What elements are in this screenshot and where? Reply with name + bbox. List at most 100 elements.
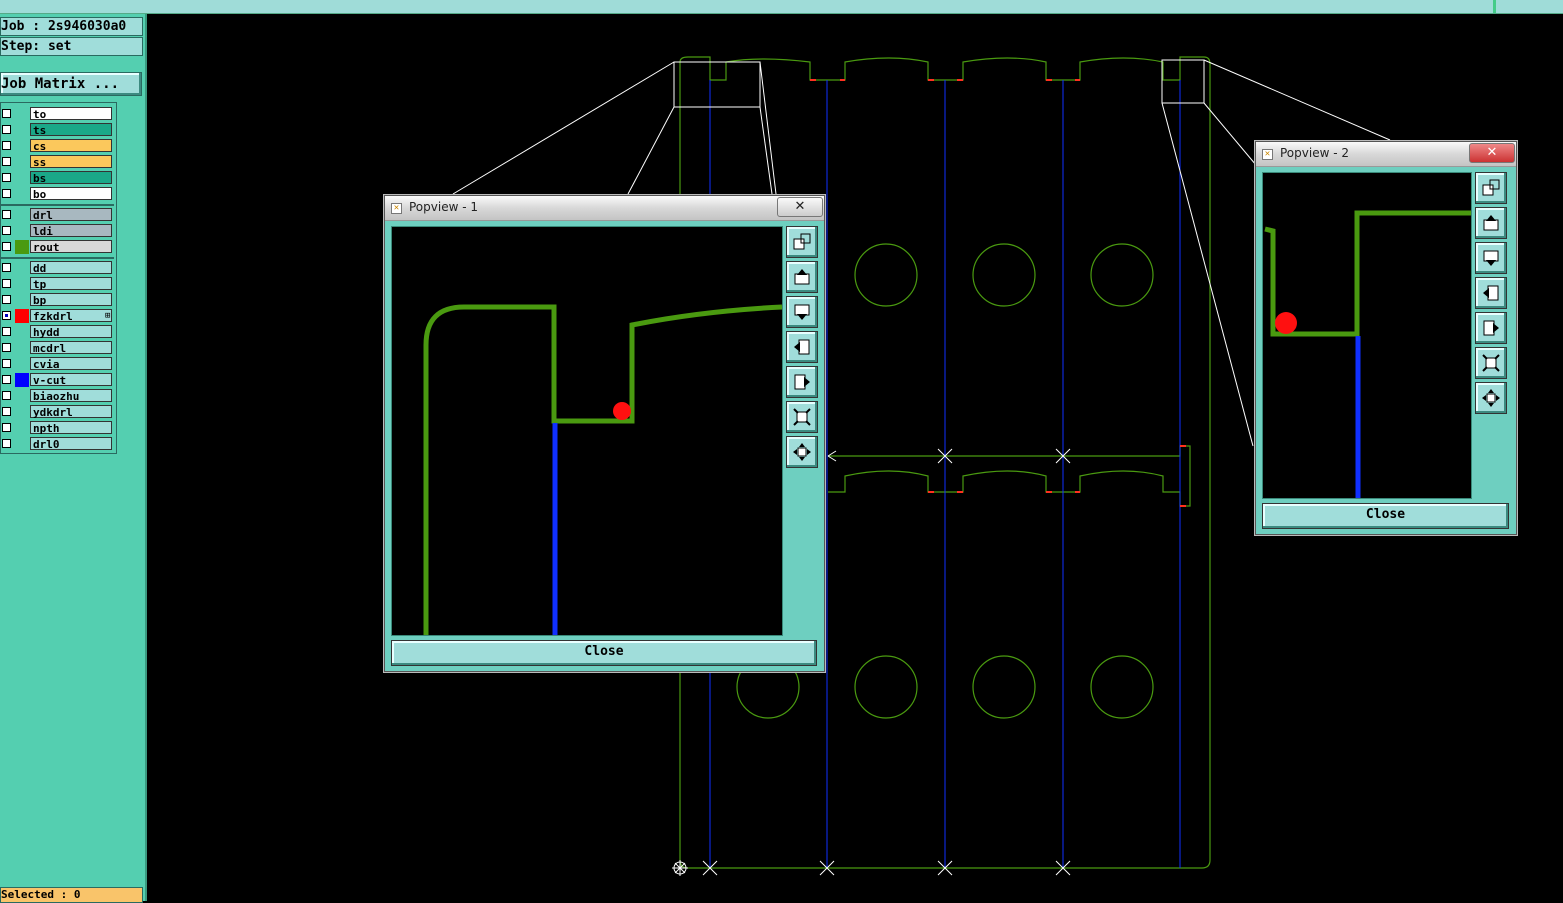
popview-2-close-button[interactable]: Close bbox=[1262, 503, 1509, 529]
layer-checkbox[interactable] bbox=[2, 242, 11, 251]
layer-name[interactable]: cs bbox=[30, 139, 112, 153]
pan-right-icon[interactable] bbox=[1475, 312, 1507, 344]
layer-name[interactable]: bo bbox=[30, 187, 112, 201]
zoom-in-icon[interactable] bbox=[1475, 347, 1507, 379]
layer-checkbox[interactable] bbox=[2, 141, 11, 150]
layer-checkbox[interactable] bbox=[2, 189, 11, 198]
popview-2-title: Popview - 2 bbox=[1280, 146, 1349, 160]
layer-checkbox[interactable] bbox=[2, 226, 11, 235]
popview-1-window[interactable]: ✕ Popview - 1 ✕ Close bbox=[384, 195, 825, 672]
layer-row-to[interactable]: to bbox=[1, 107, 114, 121]
layer-checkbox[interactable] bbox=[2, 423, 11, 432]
pan-up-icon[interactable] bbox=[786, 261, 818, 293]
zoom-out-icon[interactable] bbox=[1475, 382, 1507, 414]
popview-2-canvas[interactable] bbox=[1262, 172, 1472, 499]
layer-name[interactable]: ss bbox=[30, 155, 112, 169]
layer-row-bp[interactable]: bp bbox=[1, 293, 114, 307]
layer-row-npth[interactable]: npth bbox=[1, 421, 114, 435]
layer-row-bs[interactable]: bs bbox=[1, 171, 114, 185]
zoom-region-2 bbox=[1161, 59, 1205, 104]
popview-1-drawing bbox=[423, 304, 783, 635]
layer-checkbox[interactable] bbox=[2, 439, 11, 448]
layer-checkbox[interactable] bbox=[2, 157, 11, 166]
zoom-window-icon[interactable] bbox=[1475, 172, 1507, 204]
layer-name[interactable]: tp bbox=[30, 277, 112, 291]
layer-row-tp[interactable]: tp bbox=[1, 277, 114, 291]
zoom-region-1 bbox=[673, 61, 761, 108]
layer-checkbox[interactable] bbox=[2, 210, 11, 219]
layer-name[interactable]: mcdrl bbox=[30, 341, 112, 355]
pan-down-icon[interactable] bbox=[1475, 242, 1507, 274]
popview-1-titlebar[interactable]: ✕ Popview - 1 ✕ bbox=[385, 196, 824, 221]
layer-row-cs[interactable]: cs bbox=[1, 139, 114, 153]
layer-name[interactable]: drl0 bbox=[30, 437, 112, 451]
hole bbox=[854, 655, 918, 719]
layer-row-rout[interactable]: rout bbox=[1, 240, 114, 254]
layer-name[interactable]: rout bbox=[30, 240, 112, 254]
layer-row-bo[interactable]: bo bbox=[1, 187, 114, 201]
layer-row-dd[interactable]: dd bbox=[1, 261, 114, 275]
layer-name[interactable]: ts bbox=[30, 123, 112, 137]
layer-name[interactable]: drl bbox=[30, 208, 112, 222]
zoom-out-icon[interactable] bbox=[786, 436, 818, 468]
layer-checkbox[interactable] bbox=[2, 391, 11, 400]
layer-name[interactable]: hydd bbox=[30, 325, 112, 339]
layer-swatch bbox=[15, 171, 29, 185]
window-app-icon: ✕ bbox=[1262, 149, 1273, 160]
layer-checkbox[interactable] bbox=[2, 279, 11, 288]
layer-row-fzkdrl[interactable]: fzkdrl ⊞ bbox=[1, 309, 114, 323]
layer-checkbox[interactable] bbox=[2, 263, 11, 272]
layer-checkbox[interactable] bbox=[2, 311, 11, 320]
layer-name[interactable]: bs bbox=[30, 171, 112, 185]
layer-row-ldi[interactable]: ldi bbox=[1, 224, 114, 238]
zoom-in-icon[interactable] bbox=[786, 401, 818, 433]
popview-2-window[interactable]: ✕ Popview - 2 ✕ Close bbox=[1255, 141, 1517, 535]
layer-row-biaozhu[interactable]: biaozhu bbox=[1, 389, 114, 403]
layer-name[interactable]: v-cut bbox=[30, 373, 112, 387]
pan-down-icon[interactable] bbox=[786, 296, 818, 328]
pan-right-icon[interactable] bbox=[786, 366, 818, 398]
layer-row-cvia[interactable]: cvia bbox=[1, 357, 114, 371]
layer-row-ydkdrl[interactable]: ydkdrl bbox=[1, 405, 114, 419]
pad-marker bbox=[613, 402, 631, 420]
layer-checkbox[interactable] bbox=[2, 327, 11, 336]
job-matrix-button[interactable]: Job Matrix ... bbox=[0, 72, 142, 96]
layer-name[interactable]: ydkdrl bbox=[30, 405, 112, 419]
layer-checkbox[interactable] bbox=[2, 125, 11, 134]
zoom-window-icon[interactable] bbox=[786, 226, 818, 258]
layer-name[interactable]: ldi bbox=[30, 224, 112, 238]
layer-row-hydd[interactable]: hydd bbox=[1, 325, 114, 339]
layer-row-drl0[interactable]: drl0 bbox=[1, 437, 114, 451]
layer-checkbox[interactable] bbox=[2, 295, 11, 304]
popview-2-toolbar bbox=[1475, 172, 1507, 500]
layer-name[interactable]: cvia bbox=[30, 357, 112, 371]
layer-checkbox[interactable] bbox=[2, 375, 11, 384]
popview-1-close-icon[interactable]: ✕ bbox=[777, 197, 823, 217]
layer-swatch bbox=[15, 208, 29, 222]
layer-swatch bbox=[15, 123, 29, 137]
layer-checkbox[interactable] bbox=[2, 359, 11, 368]
pan-left-icon[interactable] bbox=[786, 331, 818, 363]
layer-row-v-cut[interactable]: v-cut bbox=[1, 373, 114, 387]
popview-2-close-icon[interactable]: ✕ bbox=[1469, 143, 1515, 163]
popview-1-canvas[interactable] bbox=[391, 226, 783, 636]
layer-name[interactable]: bp bbox=[30, 293, 112, 307]
layer-name[interactable]: to bbox=[30, 107, 112, 121]
popview-1-close-button[interactable]: Close bbox=[391, 640, 817, 666]
popview-2-titlebar[interactable]: ✕ Popview - 2 ✕ bbox=[1256, 142, 1516, 167]
layer-name[interactable]: fzkdrl bbox=[30, 309, 112, 323]
pan-left-icon[interactable] bbox=[1475, 277, 1507, 309]
layer-row-mcdrl[interactable]: mcdrl bbox=[1, 341, 114, 355]
pan-up-icon[interactable] bbox=[1475, 207, 1507, 239]
layer-swatch bbox=[15, 421, 29, 435]
layer-name[interactable]: biaozhu bbox=[30, 389, 112, 403]
layer-name[interactable]: dd bbox=[30, 261, 112, 275]
layer-row-drl[interactable]: drl bbox=[1, 208, 114, 222]
layer-row-ss[interactable]: ss bbox=[1, 155, 114, 169]
layer-checkbox[interactable] bbox=[2, 407, 11, 416]
layer-checkbox[interactable] bbox=[2, 173, 11, 182]
layer-name[interactable]: npth bbox=[30, 421, 112, 435]
layer-checkbox[interactable] bbox=[2, 109, 11, 118]
layer-row-ts[interactable]: ts bbox=[1, 123, 114, 137]
layer-checkbox[interactable] bbox=[2, 343, 11, 352]
